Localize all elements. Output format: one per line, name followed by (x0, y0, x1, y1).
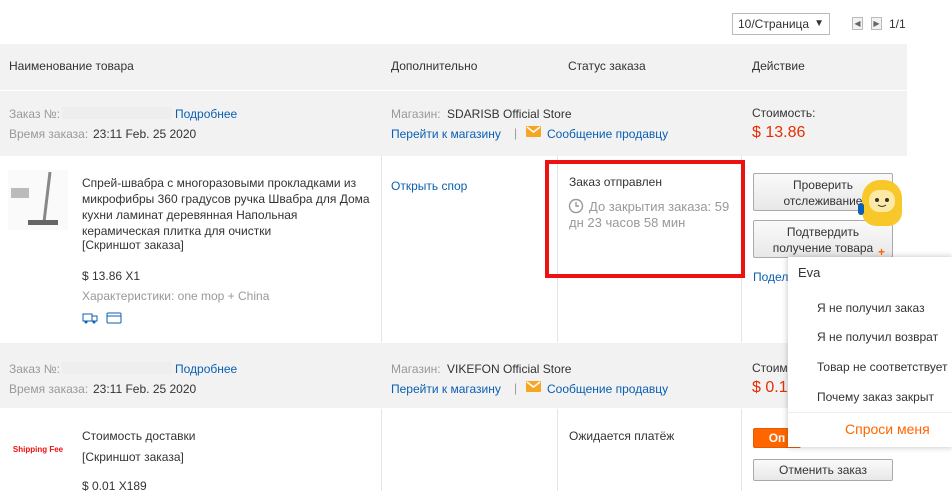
cost-label: Стоимость: (752, 106, 816, 120)
product-thumbnail[interactable] (8, 170, 68, 230)
prev-page-button[interactable]: ◀ (852, 17, 863, 30)
per-page-value: 10/Страница (738, 17, 810, 31)
envelope-icon (526, 381, 541, 392)
chat-option-no-refund[interactable]: Я не получил возврат (817, 330, 938, 344)
col-product: Наименование товара (9, 59, 134, 73)
product-specs: Характеристики: one mop + China (82, 289, 270, 303)
chat-option-not-as-described[interactable]: Товар не соответствует (817, 360, 947, 374)
separator: | (514, 126, 518, 140)
envelope-icon (526, 126, 541, 137)
mascot-face (869, 190, 895, 212)
order-number-redacted (62, 362, 172, 374)
store-name: SDARISB Official Store (447, 107, 572, 121)
order-details-link[interactable]: Подробнее (175, 107, 237, 121)
highlight-box (545, 160, 745, 278)
table-header: Наименование товара Дополнительно Статус… (0, 44, 907, 90)
next-page-button[interactable]: ▶ (871, 17, 882, 30)
chat-option-not-received[interactable]: Я не получил заказ (817, 301, 925, 315)
col-status: Статус заказа (568, 59, 646, 73)
order-time-label: Время заказа: (9, 127, 89, 141)
store-label: Магазин: (391, 107, 441, 121)
caret-down-icon: ▼ (814, 18, 824, 29)
share-link[interactable]: Подел (753, 270, 788, 284)
divider (381, 409, 382, 491)
page-indicator: 1/1 (889, 17, 906, 31)
chat-option-order-closed[interactable]: Почему заказ закрыт (817, 390, 934, 404)
col-extra: Дополнительно (391, 59, 478, 73)
headset-icon (858, 203, 864, 215)
cost-value: $ 0.1 (752, 379, 788, 396)
shipping-fee-thumb-text: Shipping Fee (12, 445, 64, 454)
cost-value: $ 13.86 (752, 124, 806, 141)
chat-agent-name: Eva (798, 265, 821, 280)
message-seller-link[interactable]: Сообщение продавцу (547, 382, 668, 396)
payment-card-icon (106, 312, 122, 327)
order-number-label: Заказ №: (9, 362, 61, 376)
confirm-receipt-button[interactable]: Подтвердить получение товара (753, 220, 893, 258)
cost-label: Стоим (752, 361, 788, 375)
ask-me-button[interactable]: Спроси меня (845, 421, 930, 437)
order-time-label: Время заказа: (9, 382, 89, 396)
order-time-value: 23:11 Feb. 25 2020 (93, 127, 197, 141)
message-seller-link[interactable]: Сообщение продавцу (547, 127, 668, 141)
col-action: Действие (752, 59, 805, 73)
divider (788, 412, 952, 413)
order-number-redacted (62, 107, 172, 119)
go-to-store-link[interactable]: Перейти к магазину (391, 127, 501, 141)
order-screenshot-link[interactable]: [Скриншот заказа] (82, 238, 184, 252)
store-label: Магазин: (391, 362, 441, 376)
order-time-value: 23:11 Feb. 25 2020 (93, 382, 197, 396)
go-to-store-link[interactable]: Перейти к магазину (391, 382, 501, 396)
product-title[interactable]: Спрей-швабра с многоразовыми прокладками… (82, 175, 377, 239)
order-number-label: Заказ №: (9, 107, 61, 121)
divider (557, 409, 558, 491)
divider (381, 156, 382, 342)
open-dispute-link[interactable]: Открыть спор (391, 179, 467, 193)
order-status: Ожидается платёж (569, 429, 675, 443)
shipping-fee-thumbnail[interactable]: Shipping Fee (8, 430, 68, 470)
store-name: VIKEFON Official Store (447, 362, 572, 376)
separator: | (514, 381, 518, 395)
chat-popup: Eva Я не получил заказ Я не получил возв… (788, 257, 952, 447)
delivery-truck-icon (82, 312, 98, 327)
product-title[interactable]: Стоимость доставки (82, 429, 195, 443)
per-page-select[interactable]: 10/Страница ▼ (732, 13, 830, 35)
price-quantity: $ 13.86 X1 (82, 269, 141, 283)
cancel-order-button[interactable]: Отменить заказ (753, 459, 893, 481)
divider (741, 409, 742, 491)
order-screenshot-link[interactable]: [Скриншот заказа] (82, 450, 184, 464)
order-details-link[interactable]: Подробнее (175, 362, 237, 376)
